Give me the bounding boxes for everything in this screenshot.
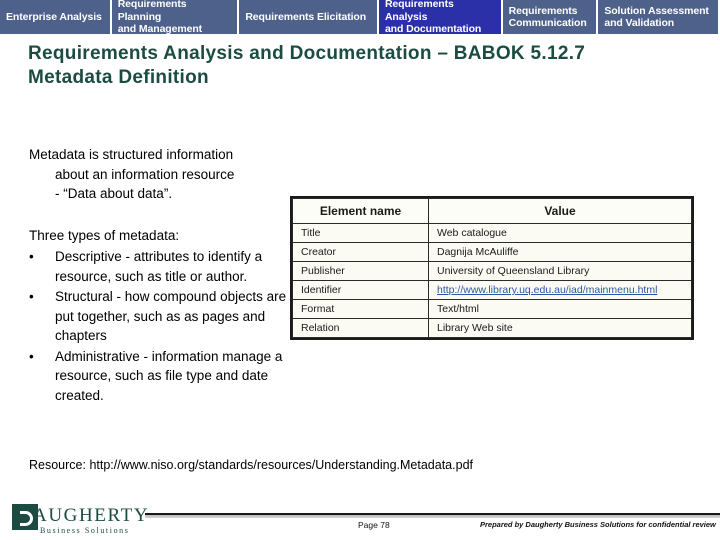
table-row: Publisher University of Queensland Librar… <box>292 261 692 281</box>
page-title: Requirements Analysis and Documentation … <box>28 42 698 90</box>
daugherty-logo: AUGHERTY Business Solutions <box>12 502 148 536</box>
intro-line-2: about an information resource <box>55 166 235 182</box>
intro-line-1: Metadata is structured information <box>29 147 234 162</box>
cell-element-name: Identifier <box>292 280 429 300</box>
intro-paragraph: Metadata is structured information about… <box>29 145 291 204</box>
page-title-line2: Metadata Definition <box>28 67 209 88</box>
bullet-marker-icon: • <box>29 348 34 364</box>
list-item: • Descriptive - attributes to identify a… <box>29 247 291 286</box>
cell-value: Library Web site <box>428 318 692 338</box>
table-row: Relation Library Web site <box>292 318 692 338</box>
table-row: Creator Dagnija McAuliffe <box>292 242 692 262</box>
table-header: Element name Value <box>292 198 692 224</box>
nav-tab-label: Enterprise Analysis <box>6 10 102 23</box>
column-header-element-name: Element name <box>292 198 429 224</box>
table-row: Identifier http://www.library.uq.edu.au/i… <box>292 280 692 300</box>
cell-element-name: Creator <box>292 242 429 262</box>
metadata-table: Element name Value Title Web catalogue Cre… <box>292 198 692 338</box>
cell-element-name: Publisher <box>292 261 429 281</box>
nav-tab-label: Requirements Planning and Management <box>117 0 203 36</box>
bullet-marker-icon: • <box>29 289 34 304</box>
nav-tab-4[interactable]: Requirements Communication <box>502 0 597 34</box>
cell-value: Web catalogue <box>428 223 692 243</box>
bullet-marker-icon: • <box>29 249 34 264</box>
table-body: Title Web catalogue Creator Dagnija McAulif… <box>292 223 692 338</box>
nav-tab-2[interactable]: Requirements Elicitation <box>239 0 377 34</box>
types-lead-in: Three types of metadata: <box>29 227 180 243</box>
intro-line-3: - “Data about data”. <box>55 186 173 201</box>
nav-tab-1[interactable]: Requirements Planning and Management <box>111 0 238 36</box>
nav-tab-label: Requirements Analysis and Documentation <box>384 0 482 36</box>
list-item-text: Administrative - information manage a re… <box>55 348 283 403</box>
list-item-text: Descriptive - attributes to identify a r… <box>55 249 263 284</box>
list-item: • Structural - how compound objects are … <box>29 287 291 346</box>
nav-tab-label: Requirements Communication <box>508 4 587 30</box>
cell-value[interactable]: http://www.library.uq.edu.au/iad/mainmen… <box>428 280 692 300</box>
table-header-row: Element name Value <box>292 198 692 224</box>
cell-element-name: Relation <box>292 318 429 338</box>
nav-tab-3[interactable]: Requirements Analysis and Documentation <box>378 0 501 36</box>
nav-tab-label: Solution Assessment and Validation <box>604 4 709 30</box>
page-title-line1: Requirements Analysis and Documentation … <box>28 43 586 64</box>
list-item: • Administrative - information manage a … <box>29 347 291 406</box>
column-header-value: Value <box>428 198 692 224</box>
nav-tab-5[interactable]: Solution Assessment and Validation <box>598 0 718 34</box>
process-nav-bar: Enterprise Analysis Requirements Planning… <box>0 0 720 36</box>
nav-tab-0[interactable]: Enterprise Analysis <box>0 0 110 34</box>
table-row: Format Text/html <box>292 299 692 319</box>
resource-reference: Resource: http://www.niso.org/standards/… <box>29 458 473 472</box>
nav-tab-label: Requirements Elicitation <box>245 10 367 23</box>
cell-value: University of Queensland Library <box>428 261 692 281</box>
logo-d-inner-shape-icon <box>20 511 33 526</box>
page-number: Page 78 <box>358 520 390 530</box>
logo-wordmark: AUGHERTY <box>33 505 150 526</box>
identifier-link[interactable]: http://www.library.uq.edu.au/iad/mainmen… <box>437 284 657 296</box>
cell-value: Text/html <box>428 299 692 319</box>
logo-tagline: Business Solutions <box>40 526 130 535</box>
list-item-text: Structural - how compound objects are pu… <box>55 289 287 343</box>
footer-divider <box>145 513 720 518</box>
cell-element-name: Format <box>292 299 429 319</box>
body-content: Metadata is structured information about… <box>29 145 291 405</box>
cell-element-name: Title <box>292 223 429 243</box>
table-row: Title Web catalogue <box>292 223 692 243</box>
confidentiality-note: Prepared by Daugherty Business Solutions… <box>480 520 716 529</box>
cell-value: Dagnija McAuliffe <box>428 242 692 262</box>
metadata-table-container: Element name Value Title Web catalogue Cre… <box>290 196 694 340</box>
